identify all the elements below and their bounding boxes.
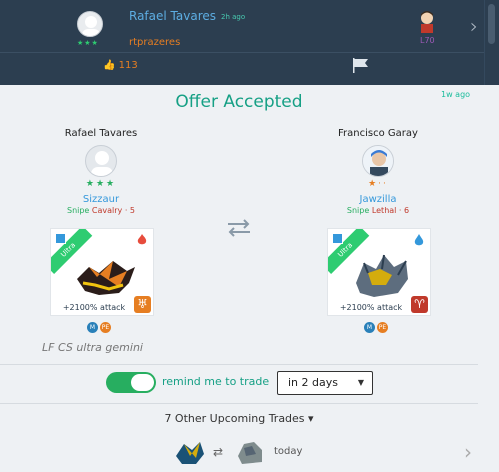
badge-pe: PE bbox=[100, 322, 111, 333]
player-avatar[interactable] bbox=[416, 9, 438, 33]
user-avatar[interactable] bbox=[77, 11, 103, 37]
upcoming-trade-time: today bbox=[274, 446, 303, 457]
username-link[interactable]: rtprazeres bbox=[129, 37, 180, 48]
info-icon bbox=[55, 233, 66, 244]
offer-status-title: Offer Accepted bbox=[175, 92, 303, 112]
flag-button[interactable] bbox=[352, 58, 370, 73]
swap-arrows-icon bbox=[228, 219, 250, 237]
monster-thumb-icon bbox=[176, 442, 204, 464]
monster-name[interactable]: Jawzilla bbox=[308, 194, 448, 205]
swap-icon: ⇄ bbox=[213, 445, 224, 459]
flag-icon bbox=[353, 58, 368, 73]
monster-name[interactable]: Sizzaur bbox=[31, 194, 171, 205]
rune-icon: ♅ bbox=[134, 296, 151, 313]
player-level: L70 bbox=[420, 36, 435, 45]
water-element-icon bbox=[414, 234, 424, 246]
scrollbar-thumb[interactable] bbox=[488, 4, 495, 44]
monster-skill: Snipe Cavalry · 5 bbox=[66, 206, 135, 215]
monster-card-right[interactable]: Ultra +2100% attack ♈ bbox=[327, 228, 431, 316]
reminder-select[interactable]: in 2 days ▼ bbox=[277, 371, 373, 395]
badge-m: M bbox=[364, 322, 375, 333]
badge-pe: PE bbox=[377, 322, 388, 333]
trader-stars: ★·· bbox=[368, 179, 388, 189]
trader-left: Rafael Tavares ★★★ Sizzaur Snipe Cavalry… bbox=[31, 128, 171, 215]
reminder-toggle[interactable] bbox=[106, 372, 156, 393]
user-stars: ★★★ bbox=[77, 39, 99, 47]
trader-name[interactable]: Rafael Tavares bbox=[31, 128, 171, 139]
reminder-select-value: in 2 days bbox=[288, 376, 338, 389]
rune-icon: ♈ bbox=[411, 296, 428, 313]
header-action-bar bbox=[0, 52, 484, 85]
monster-attack: +2100% attack bbox=[339, 303, 403, 312]
monster-badges-right: M PE bbox=[364, 322, 388, 333]
monster-attack: +2100% attack bbox=[62, 303, 126, 312]
monster-card-left[interactable]: Ultra +2100% attack ♅ bbox=[50, 228, 154, 316]
like-count: 113 bbox=[118, 60, 138, 71]
monster-art bbox=[77, 261, 135, 295]
divider bbox=[0, 364, 478, 365]
monster-thumb-icon bbox=[238, 442, 262, 464]
trade-note: LF CS ultra gemini bbox=[42, 341, 143, 354]
dropdown-arrow-icon: ▼ bbox=[357, 378, 364, 387]
fire-element-icon bbox=[137, 234, 147, 245]
trader-avatar[interactable] bbox=[85, 145, 117, 177]
trader-stars: ★★★ bbox=[85, 179, 117, 189]
trader-right: Francisco Garay ★·· Jawzilla Snipe Letha… bbox=[308, 128, 448, 215]
monster-badges-left: M PE bbox=[87, 322, 111, 333]
reminder-label: remind me to trade bbox=[162, 375, 270, 388]
chevron-right-icon[interactable]: › bbox=[464, 440, 472, 464]
user-name-link[interactable]: Rafael Tavares bbox=[129, 9, 216, 23]
offer-time: 1w ago bbox=[441, 90, 471, 99]
chevron-right-icon[interactable]: › bbox=[470, 14, 478, 38]
post-time: 2h ago bbox=[221, 13, 246, 21]
toggle-knob bbox=[131, 374, 154, 391]
monster-skill: Snipe Lethal · 6 bbox=[346, 206, 410, 215]
upcoming-trade-item[interactable]: ⇄ today › bbox=[0, 436, 478, 470]
like-button[interactable]: 👍 113 bbox=[103, 60, 138, 71]
thumbs-up-icon: 👍 bbox=[103, 60, 116, 71]
trader-avatar[interactable] bbox=[362, 145, 394, 177]
info-icon bbox=[332, 233, 343, 244]
monster-art bbox=[356, 254, 408, 297]
badge-m: M bbox=[87, 322, 98, 333]
divider bbox=[0, 403, 478, 404]
trader-name[interactable]: Francisco Garay bbox=[308, 128, 448, 139]
upcoming-trades-toggle[interactable]: 7 Other Upcoming Trades ▾ bbox=[0, 412, 478, 425]
